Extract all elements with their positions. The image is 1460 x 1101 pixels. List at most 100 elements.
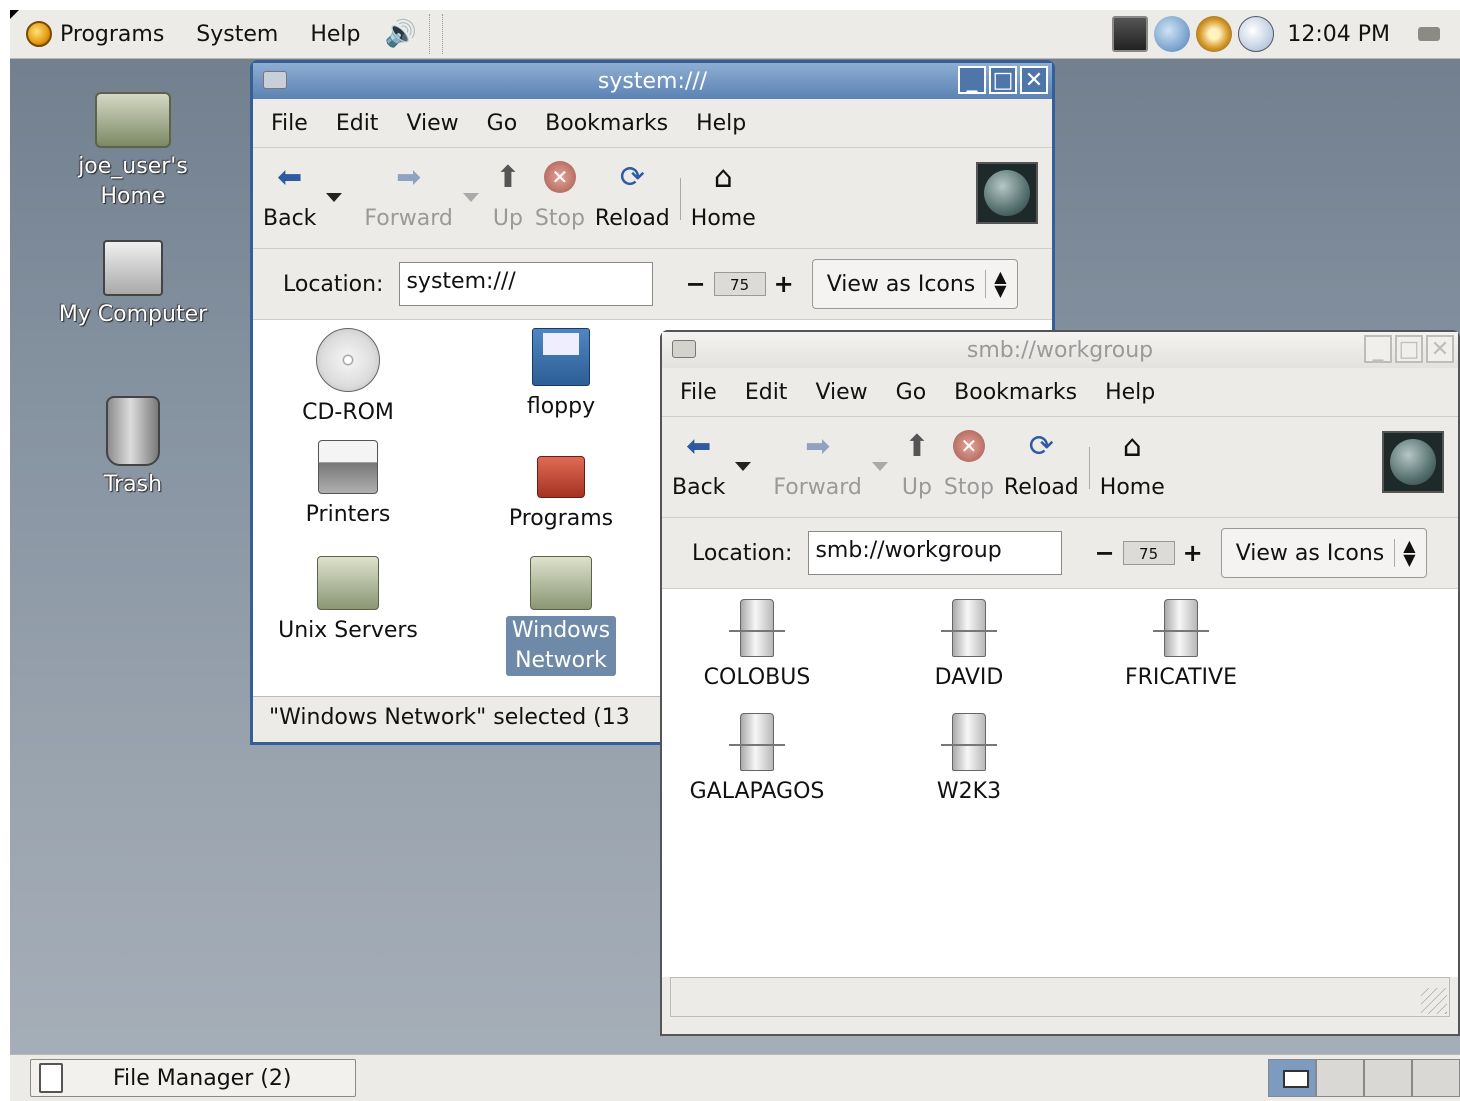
icon-item-selected[interactable]: Windows Network (466, 556, 656, 676)
view-as-label: View as Icons (1235, 540, 1385, 566)
help-menu[interactable]: Help (294, 10, 376, 58)
reload-button[interactable]: ⟳ Reload (1004, 417, 1079, 501)
back-history-dropdown[interactable] (735, 462, 752, 471)
up-button[interactable]: ⬆ Up (900, 417, 934, 501)
icon-view: COLOBUS DAVID FRICATIVE GALAPAGOS W2K3 (662, 589, 1458, 977)
globe-icon[interactable] (1154, 16, 1191, 52)
back-arrow-icon: ⬅ (686, 428, 712, 464)
maximize-button[interactable]: □ (1395, 335, 1423, 363)
status-bar (670, 977, 1450, 1017)
minimize-button[interactable]: _ (958, 66, 986, 94)
desktop-icon-my-computer[interactable]: My Computer (48, 240, 218, 330)
panel-drawer-icon[interactable] (1418, 27, 1440, 41)
server-icon (941, 713, 997, 771)
volume-icon[interactable]: 🔊 (377, 19, 425, 49)
reload-button[interactable]: ⟳ Reload (595, 148, 670, 232)
icon-item[interactable]: floppy (466, 328, 656, 422)
forward-history-dropdown[interactable] (462, 193, 479, 202)
home-icon: ⌂ (713, 159, 733, 195)
toolbar: ⬅ Back ➡ Forward ⬆ Up ✕ Stop ⟳ Reload ⌂ … (662, 417, 1458, 518)
workspace-1[interactable] (1268, 1059, 1316, 1097)
pen-icon[interactable] (1238, 16, 1275, 52)
clock[interactable]: 12:04 PM (1287, 22, 1390, 47)
view-as-select[interactable]: View as Icons ▲ ▼ (811, 259, 1018, 309)
desktop-icon-trash[interactable]: Trash (48, 396, 218, 500)
back-button[interactable]: ⬅ Back (263, 148, 316, 232)
icon-item[interactable]: Programs (466, 440, 656, 534)
back-label: Back (672, 475, 726, 500)
workspace-2[interactable] (1316, 1059, 1364, 1097)
menu-bookmarks[interactable]: Bookmarks (533, 111, 684, 136)
maximize-button[interactable]: □ (989, 66, 1017, 94)
window-title: system:/// (597, 68, 708, 94)
menu-file[interactable]: File (259, 111, 324, 136)
location-input[interactable]: system:/// (399, 262, 654, 306)
zoom-level[interactable]: 75 (713, 272, 766, 296)
gear-icon[interactable] (1196, 16, 1233, 52)
menu-view[interactable]: View (803, 380, 883, 405)
location-input[interactable]: smb://workgroup (808, 531, 1063, 575)
minimize-button[interactable]: _ (1364, 335, 1392, 363)
home-button[interactable]: ⌂ Home (1100, 417, 1165, 501)
title-bar[interactable]: smb://workgroup _ □ ✕ (662, 332, 1458, 368)
icon-label: Programs (508, 506, 614, 531)
system-menu[interactable]: System (180, 10, 294, 58)
title-bar[interactable]: system:/// _ □ ✕ (253, 63, 1052, 99)
back-button[interactable]: ⬅ Back (672, 417, 726, 501)
home-button[interactable]: ⌂ Home (690, 148, 756, 232)
menu-edit[interactable]: Edit (324, 111, 395, 136)
menu-help[interactable]: Help (684, 111, 762, 136)
desktop-icon-label: My Computer (58, 302, 208, 327)
menu-view[interactable]: View (394, 111, 474, 136)
forward-history-dropdown[interactable] (871, 462, 888, 471)
system-tray: 12:04 PM (1109, 10, 1460, 58)
stop-button[interactable]: ✕ Stop (944, 417, 994, 500)
menu-go[interactable]: Go (884, 380, 943, 405)
server-item[interactable]: COLOBUS (662, 599, 852, 693)
stop-button[interactable]: ✕ Stop (535, 148, 585, 231)
panel-grip[interactable] (428, 14, 443, 54)
close-button[interactable]: ✕ (1426, 335, 1454, 363)
up-button[interactable]: ⬆ Up (491, 148, 525, 232)
desktop-icon-home[interactable]: joe_user's Home (48, 92, 218, 212)
zoom-in-button[interactable]: + (766, 270, 802, 298)
close-button[interactable]: ✕ (1020, 66, 1048, 94)
workspace-4[interactable] (1412, 1059, 1460, 1097)
menu-go[interactable]: Go (475, 111, 534, 136)
icon-item[interactable]: Unix Servers (253, 556, 443, 646)
zoom-level[interactable]: 75 (1122, 541, 1175, 565)
zoom-out-button[interactable]: − (677, 270, 713, 298)
forward-button[interactable]: ➡ Forward (773, 417, 861, 501)
resize-grip-icon[interactable] (1421, 988, 1447, 1014)
up-label: Up (492, 206, 523, 231)
window-menu-icon[interactable] (263, 71, 287, 89)
menu-bookmarks[interactable]: Bookmarks (942, 380, 1093, 405)
zoom-in-button[interactable]: + (1175, 539, 1211, 567)
zoom-out-button[interactable]: − (1086, 539, 1122, 567)
view-as-select[interactable]: View as Icons ▲ ▼ (1220, 528, 1427, 578)
menu-bar: File Edit View Go Bookmarks Help (662, 368, 1458, 417)
stop-icon: ✕ (543, 161, 576, 193)
menu-help[interactable]: Help (1093, 380, 1171, 405)
terminal-icon[interactable] (1112, 16, 1149, 52)
home-label: Home (690, 206, 756, 231)
programs-menu[interactable]: Programs (10, 10, 180, 58)
server-item[interactable]: GALAPAGOS (662, 713, 852, 807)
icon-item[interactable]: Printers (253, 440, 443, 530)
server-item[interactable]: W2K3 (874, 713, 1064, 807)
server-item[interactable]: DAVID (874, 599, 1064, 693)
window-title: smb://workgroup (966, 337, 1154, 363)
menu-file[interactable]: File (668, 380, 733, 405)
forward-button[interactable]: ➡ Forward (364, 148, 452, 232)
icon-label-line: Network (515, 648, 607, 673)
icon-item[interactable]: CD-ROM (253, 328, 443, 428)
icon-label-line: Windows (511, 618, 611, 643)
back-history-dropdown[interactable] (326, 193, 343, 202)
taskbar-button-file-manager[interactable]: File Manager (2) (30, 1059, 356, 1097)
stop-icon: ✕ (952, 430, 985, 462)
window-menu-icon[interactable] (672, 340, 696, 358)
menu-edit[interactable]: Edit (733, 380, 804, 405)
network-folder-icon (530, 556, 592, 610)
workspace-3[interactable] (1364, 1059, 1412, 1097)
server-item[interactable]: FRICATIVE (1086, 599, 1276, 693)
